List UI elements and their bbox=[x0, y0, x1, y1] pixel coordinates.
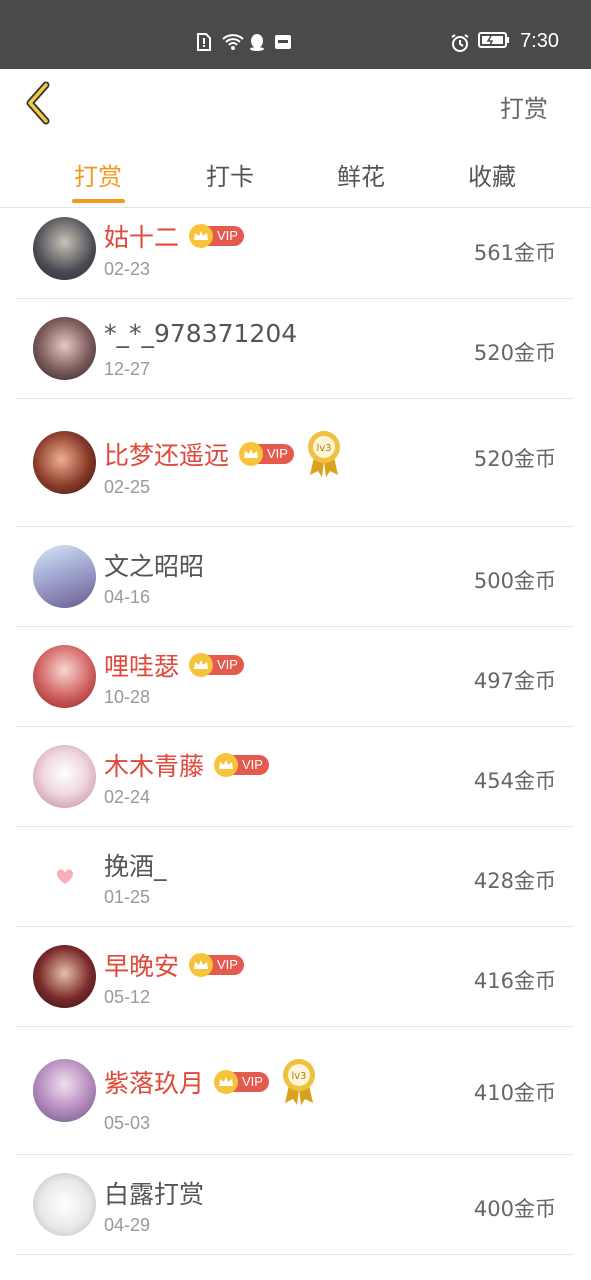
reward-amount: 497金币 bbox=[473, 669, 556, 693]
alarm-icon bbox=[450, 33, 469, 52]
clock-time: 7:30 bbox=[520, 30, 559, 52]
svg-text:lv3: lv3 bbox=[316, 443, 331, 454]
avatar[interactable] bbox=[33, 745, 96, 808]
active-tab-indicator bbox=[72, 199, 125, 203]
list-item[interactable]: 文之昭昭 04-16 500金币 bbox=[16, 527, 574, 627]
reward-date: 12-27 bbox=[104, 359, 151, 379]
reward-date: 01-25 bbox=[104, 887, 151, 907]
reward-list: 姑十二 VIP 02-23 561金币 *_*_978371204 12-27 … bbox=[16, 208, 574, 1255]
heart-icon bbox=[56, 868, 73, 884]
tab-checkin[interactable]: 打卡 bbox=[180, 157, 280, 192]
avatar[interactable] bbox=[33, 1173, 96, 1236]
tab-favorites[interactable]: 收藏 bbox=[442, 157, 542, 192]
level-medal-icon: lv3 bbox=[304, 429, 344, 479]
reward-amount: 520金币 bbox=[473, 341, 556, 365]
avatar[interactable] bbox=[33, 645, 96, 708]
status-icons-right: 7:30 bbox=[450, 30, 559, 53]
status-bar: 7:30 bbox=[0, 0, 591, 69]
vip-badge: VIP bbox=[189, 953, 244, 977]
vip-badge: VIP bbox=[189, 224, 244, 248]
reward-date: 02-23 bbox=[104, 259, 151, 279]
user-name[interactable]: 紫落玖月 bbox=[104, 1064, 204, 1100]
crown-icon bbox=[189, 224, 214, 248]
list-item[interactable]: 比梦还遥远 VIP lv3 02-25 520金币 bbox=[16, 399, 574, 527]
crown-icon bbox=[189, 653, 214, 677]
user-name[interactable]: 文之昭昭 bbox=[104, 547, 204, 583]
avatar[interactable] bbox=[33, 317, 96, 380]
user-name[interactable]: 白露打赏 bbox=[104, 1175, 204, 1211]
app-header: 打赏 bbox=[0, 69, 591, 139]
crown-icon bbox=[214, 1070, 239, 1094]
avatar[interactable] bbox=[33, 945, 96, 1008]
reward-amount: 454金币 bbox=[473, 769, 556, 793]
avatar[interactable] bbox=[33, 545, 96, 608]
svg-text:lv3: lv3 bbox=[291, 1071, 306, 1082]
avatar[interactable] bbox=[33, 217, 96, 280]
battery-icon bbox=[478, 31, 510, 53]
back-button[interactable] bbox=[22, 81, 58, 125]
user-name[interactable]: 早晚安 bbox=[104, 947, 179, 983]
reward-date: 02-24 bbox=[104, 787, 151, 807]
reward-amount: 428金币 bbox=[473, 869, 556, 893]
crown-icon bbox=[189, 953, 214, 977]
list-item[interactable]: *_*_978371204 12-27 520金币 bbox=[16, 299, 574, 399]
reward-date: 05-12 bbox=[104, 987, 151, 1007]
reward-amount: 410金币 bbox=[473, 1081, 556, 1105]
status-icons-left bbox=[196, 33, 292, 51]
vip-badge: VIP bbox=[189, 653, 244, 677]
vip-badge: VIP bbox=[214, 753, 269, 777]
reward-date: 04-29 bbox=[104, 1215, 151, 1235]
wifi-icon bbox=[222, 33, 244, 51]
avatar[interactable] bbox=[33, 1059, 96, 1122]
reward-amount: 400金币 bbox=[473, 1197, 556, 1221]
tab-bar: 打赏 打卡 鲜花 收藏 bbox=[0, 139, 591, 208]
chevron-left-icon bbox=[26, 81, 50, 125]
list-item[interactable]: 早晚安 VIP 05-12 416金币 bbox=[16, 927, 574, 1027]
reward-amount: 416金币 bbox=[473, 969, 556, 993]
user-name[interactable]: 哩哇瑟 bbox=[104, 647, 179, 683]
list-item[interactable]: 木木青藤 VIP 02-24 454金币 bbox=[16, 727, 574, 827]
tab-reward[interactable]: 打赏 bbox=[48, 157, 148, 192]
list-item[interactable]: 哩哇瑟 VIP 10-28 497金币 bbox=[16, 627, 574, 727]
user-name[interactable]: 比梦还遥远 bbox=[104, 436, 229, 472]
user-name[interactable]: *_*_978371204 bbox=[104, 319, 297, 348]
tab-flowers[interactable]: 鲜花 bbox=[311, 157, 411, 192]
reward-date: 10-28 bbox=[104, 687, 151, 707]
qq-icon bbox=[248, 33, 266, 51]
level-medal-icon: lv3 bbox=[279, 1057, 319, 1107]
user-name[interactable]: 姑十二 bbox=[104, 218, 179, 254]
vip-badge: VIP bbox=[239, 442, 294, 466]
reward-amount: 561金币 bbox=[473, 241, 556, 265]
user-name[interactable]: 木木青藤 bbox=[104, 747, 204, 783]
vip-badge: VIP bbox=[214, 1070, 269, 1094]
reward-amount: 500金币 bbox=[473, 569, 556, 593]
list-item[interactable]: 挽酒_ 01-25 428金币 bbox=[16, 827, 574, 927]
list-item[interactable]: 姑十二 VIP 02-23 561金币 bbox=[16, 208, 574, 299]
reward-amount: 520金币 bbox=[473, 447, 556, 471]
reward-date: 02-25 bbox=[104, 477, 151, 497]
crown-icon bbox=[214, 753, 239, 777]
reward-action-button[interactable]: 打赏 bbox=[500, 89, 548, 124]
reward-date: 05-03 bbox=[104, 1113, 151, 1133]
sim-alert-icon bbox=[196, 33, 214, 51]
crown-icon bbox=[239, 442, 264, 466]
avatar[interactable] bbox=[33, 431, 96, 494]
reward-date: 04-16 bbox=[104, 587, 151, 607]
list-item[interactable]: 紫落玖月 VIP lv3 05-03 410金币 bbox=[16, 1027, 574, 1155]
user-name[interactable]: 挽酒_ bbox=[104, 847, 167, 883]
list-item[interactable]: 白露打赏 04-29 400金币 bbox=[16, 1155, 574, 1255]
sms-icon bbox=[274, 33, 292, 51]
avatar[interactable] bbox=[33, 845, 96, 908]
